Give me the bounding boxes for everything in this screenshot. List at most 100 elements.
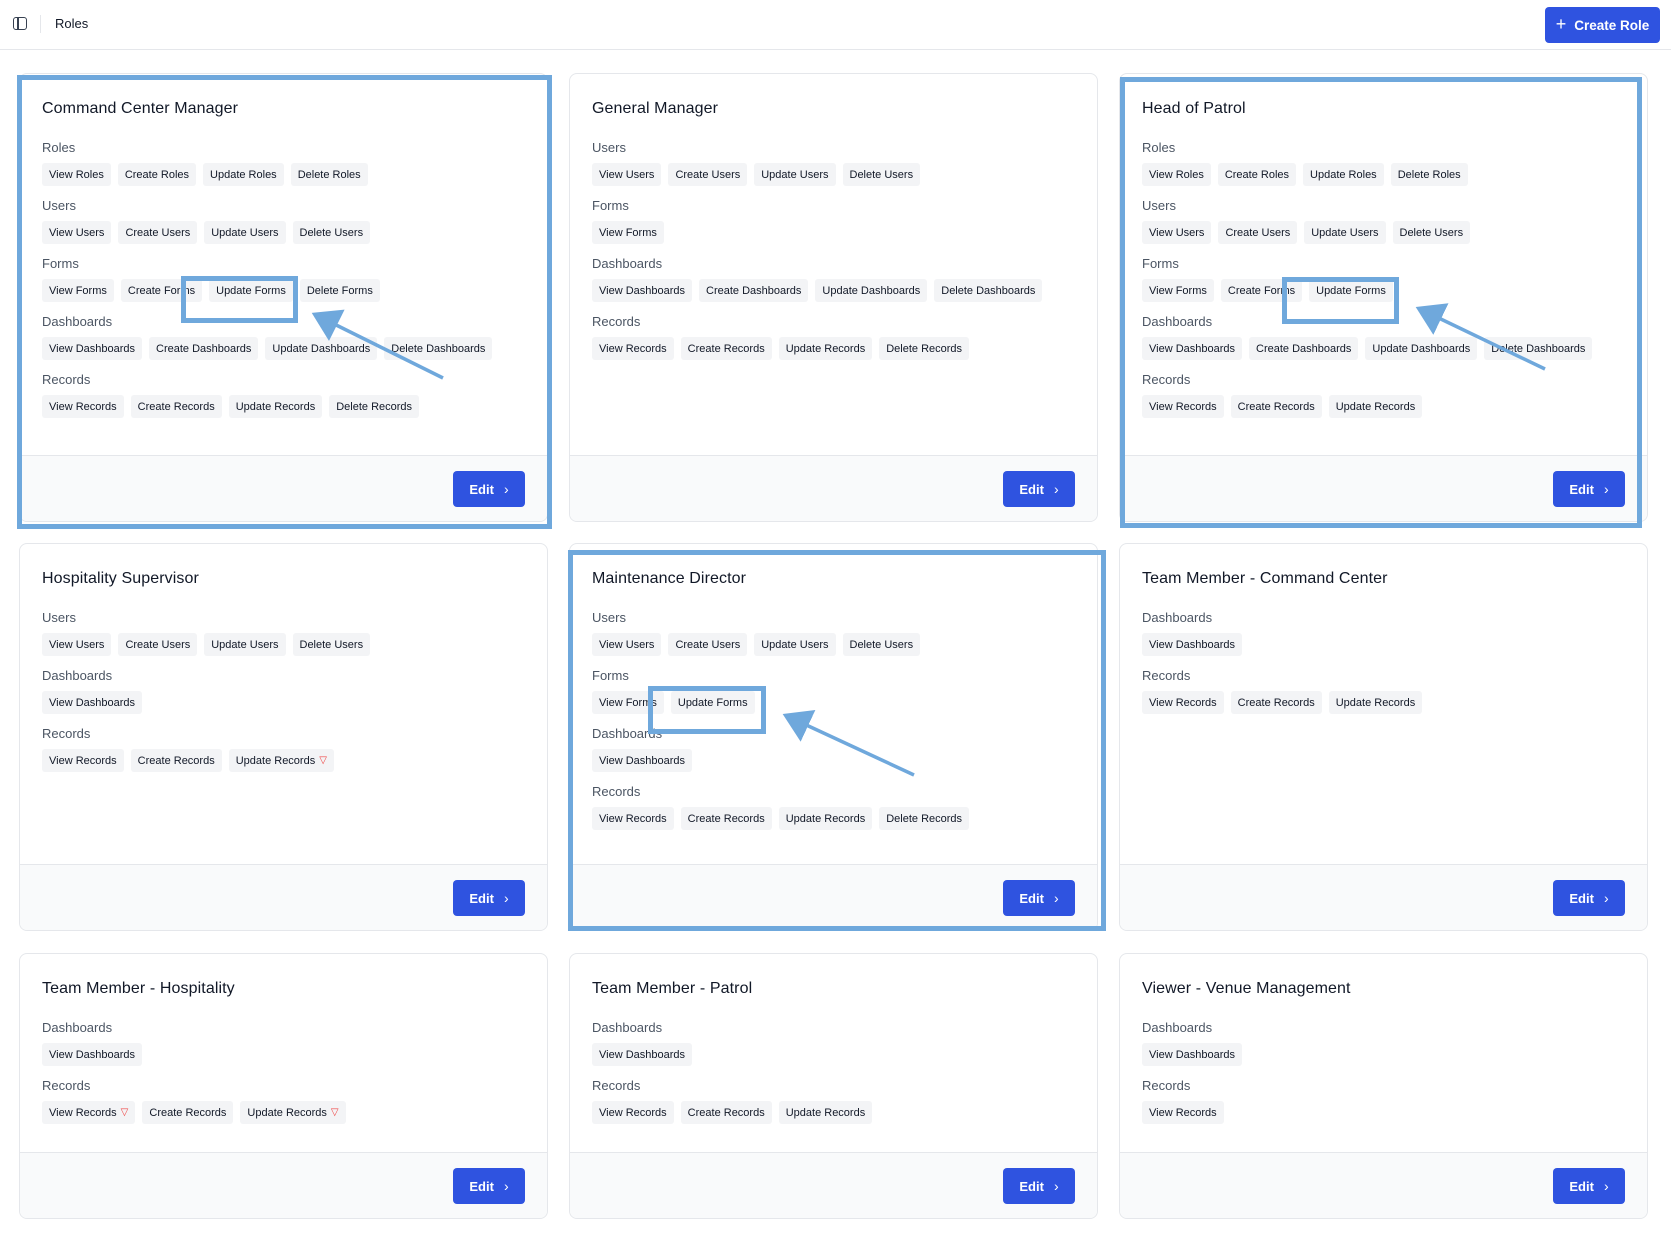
breadcrumb: Roles	[55, 16, 89, 31]
permission-label: View Dashboards	[49, 1048, 136, 1061]
permission-chip: View Forms	[42, 279, 114, 302]
permission-chip: View Forms	[592, 691, 664, 714]
permission-chip: Create Dashboards	[1249, 337, 1359, 360]
permission-chips: View Roles Create Roles Update Roles Delete…	[1142, 163, 1625, 186]
permission-label: View Forms	[1149, 284, 1207, 297]
role-title: Maintenance Director	[592, 570, 747, 587]
permission-chip: Update Forms	[1309, 279, 1393, 302]
permission-chip: View Records	[1142, 395, 1224, 418]
permission-section: Records View Records Create Records Update …	[1142, 372, 1625, 418]
permission-label: Create Roles	[124, 168, 190, 181]
permission-chip: View Records	[1142, 691, 1224, 714]
permission-label: Update Records	[785, 1106, 866, 1119]
edit-label: Edit	[1019, 481, 1044, 497]
edit-button[interactable]: Edit ›	[1003, 471, 1075, 507]
permission-section: Dashboards View Dashboards	[592, 1020, 1075, 1066]
permission-chip: Delete Roles	[290, 163, 368, 186]
permission-section: Roles View Roles Create Roles Update Roles D…	[42, 140, 525, 186]
permission-chip: View Dashboards	[42, 337, 143, 360]
permission-chips: View Records Create Records Update Records	[592, 1101, 1075, 1124]
permission-label: View Forms	[599, 696, 657, 709]
permission-section: Users View Users Create Users Update Users D…	[1142, 198, 1625, 244]
permission-label: Create Users	[675, 638, 741, 651]
edit-button[interactable]: Edit ›	[1003, 1168, 1075, 1204]
role-title: Team Member - Hospitality	[42, 980, 235, 997]
permission-label: View Dashboards	[599, 754, 686, 767]
permission-chips: View Forms	[592, 221, 1075, 244]
permission-chip: Update Forms	[670, 691, 755, 714]
permission-label: Create Dashboards	[156, 342, 252, 355]
permission-chip: Create Dashboards	[149, 337, 259, 360]
section-label: Records	[592, 1078, 641, 1093]
permission-label: Update Forms	[1316, 284, 1386, 297]
permission-chips: View Forms Update Forms	[592, 691, 1075, 714]
permission-chip: View Dashboards	[42, 691, 143, 714]
permission-label: View Forms	[599, 226, 657, 239]
permission-label: Update Users	[761, 168, 829, 181]
role-card: Team Member - Command Center Dashboards Vi…	[1119, 543, 1648, 931]
permission-section: Users View Users Create Users Update Users D…	[42, 610, 525, 656]
permission-chip: View Forms	[592, 221, 664, 244]
edit-button[interactable]: Edit ›	[453, 880, 525, 916]
permission-label: Create Users	[675, 168, 741, 181]
permission-label: Create Records	[1237, 696, 1315, 709]
permission-section: Users View Users Create Users Update Users D…	[42, 198, 525, 244]
permission-label: View Records	[49, 754, 117, 767]
permission-chips: View Records Create Records Update Records…	[42, 395, 525, 418]
edit-button[interactable]: Edit ›	[1553, 471, 1625, 507]
permission-chip: View Users	[42, 221, 112, 244]
sidebar-toggle-icon[interactable]	[13, 17, 27, 30]
edit-button[interactable]: Edit ›	[1003, 880, 1075, 916]
permission-chip: Delete Dashboards	[1484, 337, 1593, 360]
permission-label: View Users	[599, 168, 655, 181]
edit-button[interactable]: Edit ›	[1553, 1168, 1625, 1204]
permission-label: View Dashboards	[49, 696, 136, 709]
permission-chip: Create Forms	[120, 279, 203, 302]
permission-chips: View Records Create Records Update Records…	[592, 807, 1075, 830]
permission-label: Update Dashboards	[822, 284, 921, 297]
permission-chip: View Records	[42, 395, 124, 418]
permission-chips: View Users Create Users Update Users Delete…	[1142, 221, 1625, 244]
permission-chip: Delete Forms	[299, 279, 380, 302]
create-role-button[interactable]: + Create Role	[1545, 7, 1660, 43]
permission-chip: Update Users	[754, 633, 836, 656]
permission-label: Create Dashboards	[1256, 342, 1352, 355]
permission-label: View Records	[599, 812, 667, 825]
permission-chip: View Users	[592, 633, 662, 656]
permission-label: Create Records	[687, 1106, 765, 1119]
permission-chip: View Records	[1142, 1101, 1224, 1124]
section-label: Records	[1142, 668, 1191, 683]
section-label: Records	[592, 314, 641, 329]
permission-chip: Delete Users	[292, 221, 371, 244]
permission-label: Delete Roles	[297, 168, 361, 181]
permission-chip: Delete Users	[1392, 221, 1471, 244]
permission-chip: Create Records	[130, 749, 222, 772]
permission-chips: View Users Create Users Update Users Delete…	[592, 633, 1075, 656]
edit-button[interactable]: Edit ›	[453, 1168, 525, 1204]
edit-button[interactable]: Edit ›	[1553, 880, 1625, 916]
permission-section: Records View Records ▽ Create Records Update…	[42, 1078, 525, 1124]
permission-chip: Create Dashboards	[699, 279, 809, 302]
section-label: Dashboards	[592, 256, 663, 271]
role-card: Head of Patrol Roles View Roles Create Role…	[1119, 73, 1648, 522]
permission-chip: Create Records	[1230, 691, 1322, 714]
permission-chip: Delete Records	[879, 337, 970, 360]
chevron-right-icon: ›	[1053, 1178, 1059, 1194]
permission-section: Forms View Forms Create Forms Update Forms	[1142, 256, 1625, 302]
permission-section: Forms View Forms Update Forms	[592, 668, 1075, 714]
section-label: Users	[1142, 198, 1176, 213]
permission-chip: View Records	[592, 807, 674, 830]
permission-section: Records View Records Create Records Update …	[42, 726, 525, 772]
header-divider	[40, 15, 41, 33]
permission-label: Update Records	[235, 754, 316, 767]
permission-chip: Update Records	[778, 337, 873, 360]
edit-button[interactable]: Edit ›	[453, 471, 525, 507]
permission-chip: Update Users	[1304, 221, 1386, 244]
permission-label: View Users	[599, 638, 655, 651]
role-card: Maintenance Director Users View Users Creat…	[569, 543, 1098, 931]
section-label: Users	[592, 140, 626, 155]
permission-chip: Update Users	[204, 633, 286, 656]
permission-chip: Create Records	[142, 1101, 234, 1124]
permission-label: Delete Records	[886, 342, 963, 355]
card-footer: Edit ›	[20, 864, 547, 930]
